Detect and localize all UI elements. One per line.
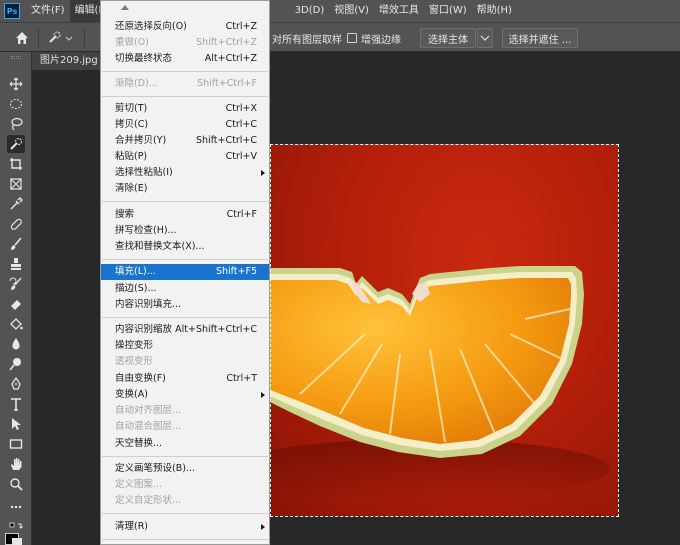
menu-separator [102, 71, 268, 72]
document-tab[interactable]: 图片209.jpg @ [32, 52, 104, 70]
scroll-up-arrow-icon[interactable] [121, 5, 129, 10]
menu-item-copy[interactable]: 拷贝(C) Ctrl+C [101, 117, 269, 133]
tools-panel [0, 52, 32, 545]
sample-all-layers-label: 对所有图层取样 [272, 35, 342, 46]
menu-item-copy-merged[interactable]: 合并拷贝(Y) Shift+Ctrl+C [101, 133, 269, 149]
menu-item-redo[interactable]: 重做(O) Shift+Ctrl+Z [101, 35, 269, 51]
menu-item-puppet-warp[interactable]: 操控变形 [101, 338, 269, 354]
orange-slice-image [270, 266, 610, 499]
menu-view[interactable]: 视图(V) [329, 0, 374, 22]
menu-item-paste-special[interactable]: 选择性粘贴(I) [101, 165, 269, 181]
select-subject-button[interactable]: 选择主体 [420, 28, 476, 48]
photoshop-logo-icon: Ps [4, 3, 20, 19]
blur-tool-icon[interactable] [7, 335, 25, 353]
menu-item-content-aware-scale[interactable]: 内容识别缩放 Alt+Shift+Ctrl+C [101, 322, 269, 338]
path-selection-tool-icon[interactable] [7, 415, 25, 433]
menu-separator [102, 317, 268, 318]
rectangle-tool-icon[interactable] [7, 435, 25, 453]
menu-window[interactable]: 窗口(W) [424, 0, 472, 22]
hand-tool-icon[interactable] [7, 455, 25, 473]
menu-item-stroke[interactable]: 描边(S)... [101, 281, 269, 297]
menu-item-transform[interactable]: 变换(A) [101, 387, 269, 403]
menu-item-cut[interactable]: 剪切(T) Ctrl+X [101, 101, 269, 117]
clone-stamp-tool-icon[interactable] [7, 255, 25, 273]
select-and-mask-button[interactable]: 选择并遮住 ... [502, 28, 578, 48]
menu-item-define-custom-shape[interactable]: 定义自定形状... [101, 493, 269, 509]
enhance-edge-checkbox[interactable] [347, 33, 357, 43]
canvas-image[interactable] [270, 144, 618, 516]
menu-item-define-brush-preset[interactable]: 定义画笔预设(B)... [101, 461, 269, 477]
history-brush-tool-icon[interactable] [7, 275, 25, 293]
menu-item-auto-align-layers[interactable]: 自动对齐图层... [101, 403, 269, 419]
menu-item-search[interactable]: 搜索 Ctrl+F [101, 207, 269, 223]
menu-item-undo[interactable]: 还原选择反向(O) Ctrl+Z [101, 19, 269, 35]
menu-separator [102, 456, 268, 457]
chevron-down-icon [480, 35, 490, 41]
menu-separator [102, 96, 268, 97]
options-separator [84, 29, 85, 47]
menu-item-paste[interactable]: 粘贴(P) Ctrl+V [101, 149, 269, 165]
enhance-edge-label: 增强边缘 [361, 35, 401, 46]
menu-separator [102, 539, 268, 540]
home-icon[interactable] [14, 30, 30, 46]
menu-item-fade[interactable]: 渐隐(D)... Shift+Ctrl+F [101, 76, 269, 92]
menu-file[interactable]: 文件(F) [26, 0, 70, 22]
edit-menu-dropdown: 还原选择反向(O) Ctrl+Z 重做(O) Shift+Ctrl+Z 切换最终状态… [100, 0, 270, 545]
quick-selection-preset-icon[interactable] [46, 30, 74, 46]
zoom-tool-icon[interactable] [7, 475, 25, 493]
pen-tool-icon[interactable] [7, 375, 25, 393]
menu-item-auto-blend-layers[interactable]: 自动混合图层... [101, 419, 269, 435]
menu-plugins[interactable]: 增效工具 [374, 0, 424, 22]
elliptical-marquee-tool-icon[interactable] [7, 95, 25, 113]
options-separator [38, 29, 39, 47]
submenu-arrow-icon [261, 392, 265, 398]
menu-separator [102, 513, 268, 514]
paint-bucket-tool-icon[interactable] [7, 315, 25, 333]
menu-item-perspective-warp[interactable]: 透视变形 [101, 354, 269, 370]
eraser-tool-icon[interactable] [7, 295, 25, 313]
more-tools-icon[interactable] [7, 498, 25, 516]
menu-3d[interactable]: 3D(D) [290, 0, 330, 22]
menu-item-purge[interactable]: 清理(R) [101, 519, 269, 535]
menu-help[interactable]: 帮助(H) [472, 0, 517, 22]
menu-separator [102, 259, 268, 260]
menu-item-clear[interactable]: 清除(E) [101, 181, 269, 197]
frame-tool-icon[interactable] [7, 175, 25, 193]
dodge-tool-icon[interactable] [7, 355, 25, 373]
menu-item-content-aware-fill[interactable]: 内容识别填充... [101, 297, 269, 313]
menu-item-sky-replacement[interactable]: 天空替换... [101, 436, 269, 452]
panel-grip[interactable] [11, 56, 21, 59]
menu-item-spell-check[interactable]: 拼写检查(H)... [101, 223, 269, 239]
menu-item-toggle-last-state[interactable]: 切换最终状态 Alt+Ctrl+Z [101, 51, 269, 67]
type-tool-icon[interactable] [7, 395, 25, 413]
menu-item-free-transform[interactable]: 自由变换(F) Ctrl+T [101, 371, 269, 387]
quick-selection-tool-icon[interactable] [7, 135, 25, 153]
background-color-swatch[interactable] [12, 538, 22, 545]
submenu-arrow-icon [261, 170, 265, 176]
menu-item-define-pattern[interactable]: 定义图案... [101, 477, 269, 493]
lasso-tool-icon[interactable] [7, 115, 25, 133]
menu-item-find-replace[interactable]: 查找和替换文本(X)... [101, 239, 269, 255]
brush-tool-icon[interactable] [7, 235, 25, 253]
menu-item-fill[interactable]: 填充(L)... Shift+F5 [101, 264, 269, 280]
move-tool-icon[interactable] [7, 75, 25, 93]
crop-tool-icon[interactable] [7, 155, 25, 173]
healing-brush-tool-icon[interactable] [7, 215, 25, 233]
menu-separator [102, 201, 268, 202]
submenu-arrow-icon [261, 524, 265, 530]
eyedropper-tool-icon[interactable] [7, 195, 25, 213]
select-subject-dropdown-button[interactable] [477, 28, 493, 48]
